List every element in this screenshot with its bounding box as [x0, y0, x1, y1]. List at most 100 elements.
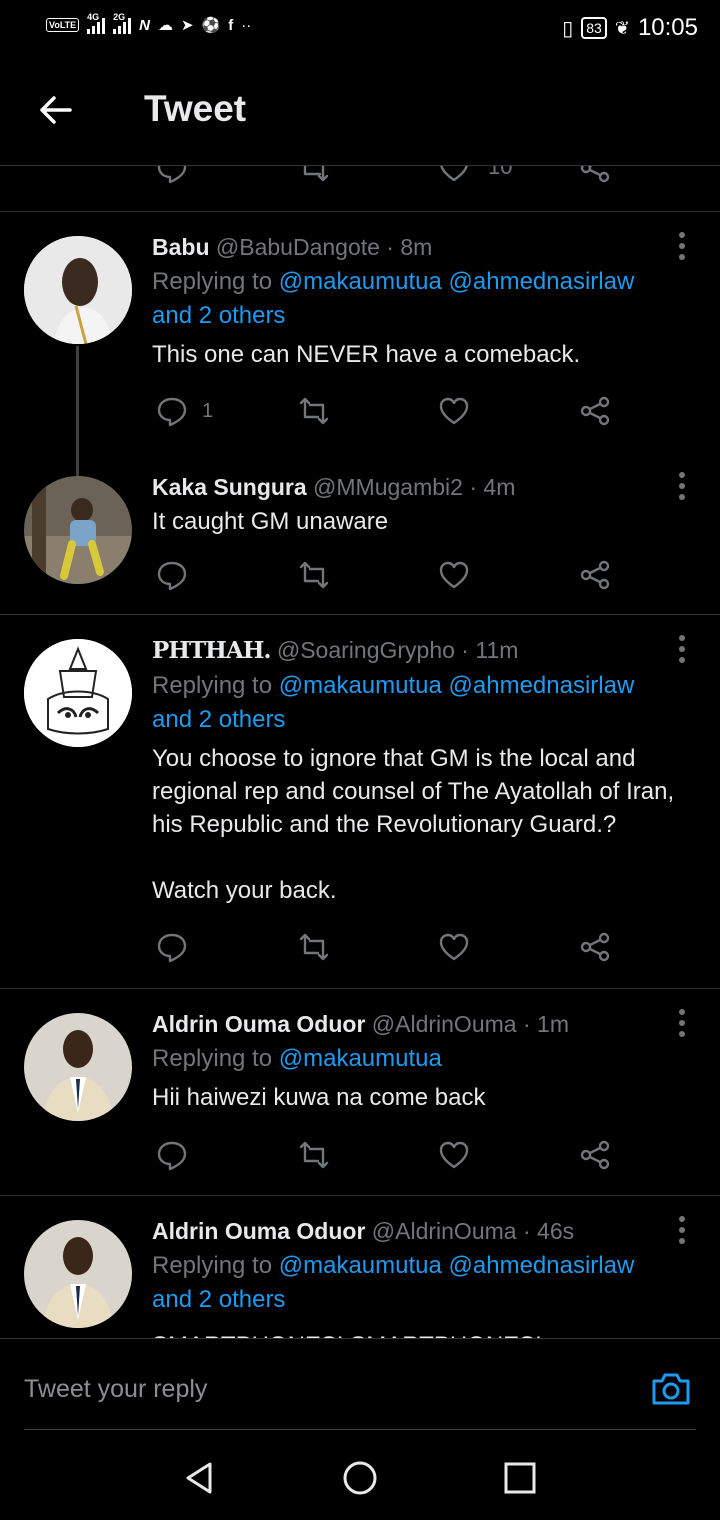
reply-count: 1	[202, 399, 214, 422]
avatar[interactable]	[24, 236, 132, 344]
timestamp: 4m	[483, 474, 516, 500]
retweet-button[interactable]	[298, 555, 330, 595]
more-options-icon[interactable]	[678, 1216, 686, 1246]
volte-indicator: VoLTE	[46, 18, 80, 32]
mention-links[interactable]: @makaumutua @ahmednasirlaw	[279, 1252, 635, 1279]
tweet-body: Babu @BabuDangote · 8m Replying to @maka…	[152, 231, 680, 371]
share-button[interactable]	[579, 391, 611, 431]
timestamp: 1m	[537, 1011, 569, 1037]
nav-home-icon[interactable]	[342, 1460, 378, 1496]
share-icon	[580, 396, 610, 426]
retweet-icon[interactable]	[298, 166, 330, 184]
like-icon	[439, 933, 469, 961]
tweet-meta: Aldrin Ouma Oduor @AldrinOuma · 1m	[152, 1011, 569, 1037]
display-name[interactable]: Aldrin Ouma Oduor	[152, 1218, 365, 1244]
nfc-icon: N	[139, 16, 151, 34]
like-icon	[439, 1141, 469, 1169]
tweet-body: Aldrin Ouma Oduor @AldrinOuma · 46s Repl…	[152, 1215, 680, 1338]
like-button[interactable]	[438, 555, 470, 595]
replying-to: Replying to @makaumutua	[152, 1042, 680, 1076]
cloud-icon: ☁	[158, 17, 174, 34]
thread-connector	[76, 346, 79, 480]
avatar[interactable]	[24, 639, 132, 747]
top-app-bar: Tweet	[0, 56, 720, 166]
more-options-icon[interactable]	[678, 472, 686, 502]
nav-back-icon[interactable]	[182, 1460, 218, 1496]
tweet-body: PHTHAH. @SoaringGrypho · 11m Replying to…	[152, 634, 680, 907]
mention-links[interactable]: @makaumutua	[279, 1045, 442, 1072]
others-link[interactable]: and 2 others	[152, 706, 285, 733]
like-button[interactable]	[438, 391, 470, 431]
share-button[interactable]	[579, 927, 611, 967]
more-notifications-icon: ··	[241, 16, 252, 34]
more-options-icon[interactable]	[678, 635, 686, 665]
like-button[interactable]	[438, 927, 470, 967]
tweet-item[interactable]: Aldrin Ouma Oduor @AldrinOuma · 1m Reply…	[0, 989, 720, 1195]
avatar[interactable]	[24, 1220, 132, 1328]
retweet-button[interactable]	[298, 1135, 330, 1175]
reply-input[interactable]: Tweet your reply	[24, 1375, 207, 1404]
handle[interactable]: @AldrinOuma	[372, 1011, 517, 1037]
replying-to: Replying to @makaumutua @ahmednasirlaw a…	[152, 265, 680, 333]
reply-button[interactable]	[156, 555, 188, 595]
tweet-actions: 1	[152, 391, 632, 431]
tweet-item[interactable]: PHTHAH. @SoaringGrypho · 11m Replying to…	[0, 615, 720, 988]
reply-composer[interactable]: Tweet your reply	[0, 1338, 720, 1430]
facebook-icon: f	[228, 16, 234, 34]
share-button[interactable]	[579, 1135, 611, 1175]
reply-icon[interactable]	[156, 166, 188, 184]
share-button[interactable]	[579, 555, 611, 595]
signal-icon: 2G	[113, 12, 132, 34]
replying-to: Replying to @makaumutua @ahmednasirlaw a…	[152, 1249, 680, 1317]
handle[interactable]: @SoaringGrypho	[277, 637, 455, 663]
others-link[interactable]: and 2 others	[152, 302, 285, 329]
handle[interactable]: @AldrinOuma	[372, 1218, 517, 1244]
tweet-text: You choose to ignore that GM is the loca…	[152, 745, 675, 904]
mention-links[interactable]: @makaumutua @ahmednasirlaw	[279, 672, 635, 699]
like-icon[interactable]	[438, 166, 470, 184]
reply-button[interactable]	[156, 1135, 188, 1175]
tweet-item[interactable]: Aldrin Ouma Oduor @AldrinOuma · 46s Repl…	[0, 1196, 720, 1338]
more-options-icon[interactable]	[678, 232, 686, 262]
reply-icon	[157, 561, 187, 591]
retweet-icon	[299, 933, 329, 961]
display-name[interactable]: Kaka Sungura	[152, 474, 307, 500]
share-icon	[580, 560, 610, 590]
tweet-body: Aldrin Ouma Oduor @AldrinOuma · 1m Reply…	[152, 1008, 680, 1114]
retweet-button[interactable]	[298, 927, 330, 967]
timestamp: 11m	[475, 637, 519, 663]
more-options-icon[interactable]	[678, 1009, 686, 1039]
back-arrow-icon[interactable]	[36, 90, 76, 130]
handle[interactable]: @BabuDangote	[216, 234, 380, 260]
avatar[interactable]	[24, 1013, 132, 1121]
system-navigation-bar	[0, 1430, 720, 1520]
mention-links[interactable]: @makaumutua @ahmednasirlaw	[279, 268, 635, 295]
nav-recents-icon[interactable]	[502, 1460, 538, 1496]
camera-icon[interactable]	[650, 1369, 692, 1409]
display-name[interactable]: Aldrin Ouma Oduor	[152, 1011, 365, 1037]
timestamp: 46s	[537, 1218, 575, 1244]
others-link[interactable]: and 2 others	[152, 1286, 285, 1313]
share-icon[interactable]	[579, 166, 611, 184]
tweet-text: Hii haiwezi kuwa na come back	[152, 1084, 486, 1111]
like-icon	[439, 561, 469, 589]
like-button[interactable]	[438, 1135, 470, 1175]
replying-to-label: Replying to	[152, 268, 279, 295]
battery-indicator: 83	[581, 17, 607, 39]
retweet-button[interactable]	[298, 391, 330, 431]
retweet-icon	[299, 1141, 329, 1169]
retweet-icon	[299, 397, 329, 425]
tweet-item[interactable]: Babu @BabuDangote · 8m Replying to @maka…	[0, 212, 720, 614]
signal-icon: 4G	[87, 12, 106, 34]
display-name[interactable]: Babu	[152, 234, 210, 260]
handle[interactable]: @MMugambi2	[313, 474, 463, 500]
soccer-ball-icon: ⚽	[201, 17, 221, 34]
timestamp: 8m	[400, 234, 433, 260]
tweet-actions	[152, 1135, 632, 1175]
tweet-actions	[152, 555, 632, 595]
tweet-text: This one can NEVER have a comeback.	[152, 341, 581, 368]
reply-button[interactable]	[156, 927, 188, 967]
display-name[interactable]: PHTHAH.	[152, 637, 271, 664]
reply-button[interactable]: 1	[156, 391, 213, 431]
avatar[interactable]	[24, 476, 132, 584]
